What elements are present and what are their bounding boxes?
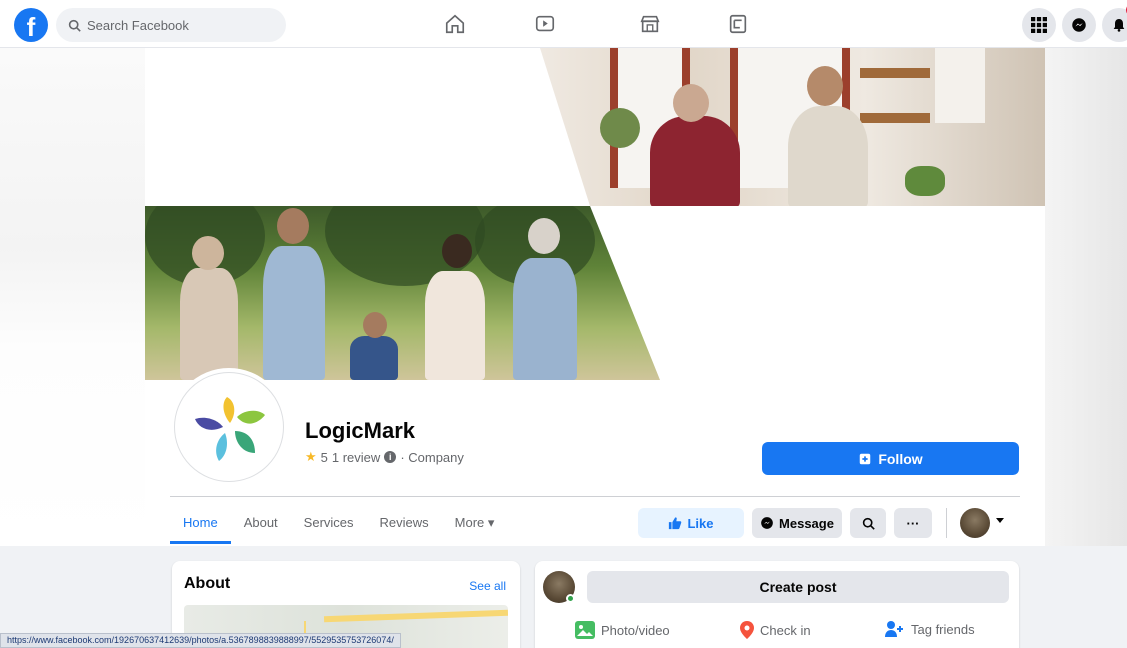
messenger-icon [761, 517, 773, 529]
create-post-card: Create post Photo/video Check in Tag fri… [535, 561, 1019, 648]
tab-services[interactable]: Services [291, 504, 367, 544]
marketplace-icon[interactable] [636, 10, 664, 38]
create-post-button[interactable]: Create post [587, 571, 1009, 603]
left-background [0, 48, 145, 546]
thumbs-up-icon [669, 517, 682, 530]
page-subtitle: ★ 5 1 review i · Company [305, 449, 464, 465]
tag-friends-button[interactable]: Tag friends [885, 621, 975, 637]
tab-home[interactable]: Home [170, 504, 231, 544]
page-category[interactable]: · Company [400, 450, 464, 465]
cover-kitchen-image [540, 48, 1045, 206]
person-head [277, 208, 309, 244]
search-icon [862, 517, 875, 530]
top-navigation-bar: f [0, 0, 1127, 48]
cabinet [935, 48, 985, 123]
search-box[interactable] [56, 8, 286, 42]
shelf [860, 68, 930, 78]
page-profile-picture[interactable] [174, 372, 284, 482]
child [350, 336, 398, 380]
follow-label: Follow [878, 450, 923, 467]
check-in-button[interactable]: Check in [740, 621, 811, 639]
person-4 [513, 258, 577, 380]
info-icon[interactable]: i [384, 451, 397, 463]
tree [325, 206, 485, 286]
follow-icon [860, 453, 871, 464]
more-options-button[interactable]: ··· [894, 508, 932, 538]
search-input[interactable] [87, 17, 277, 33]
rating-value: 5 [320, 449, 328, 465]
facebook-logo[interactable]: f [14, 8, 48, 42]
person-head [192, 236, 224, 270]
tab-more[interactable]: More ▾ [442, 504, 508, 544]
map-road [323, 609, 508, 623]
about-title: About [184, 575, 231, 592]
person-head [363, 312, 387, 338]
menu-grid-icon[interactable] [1022, 8, 1056, 42]
check-in-label: Check in [760, 622, 811, 638]
person-white-sweater [788, 106, 868, 206]
tab-about[interactable]: About [231, 504, 291, 544]
cover-photo[interactable] [145, 48, 1045, 380]
chevron-down-icon[interactable] [996, 518, 1004, 523]
gaming-icon[interactable] [724, 10, 752, 38]
review-count[interactable]: 1 review [332, 450, 380, 465]
see-all-link[interactable]: See all [469, 579, 506, 593]
cover-family-image [145, 206, 660, 380]
page-tabs: Home About Services Reviews More ▾ [170, 504, 507, 544]
search-icon [68, 19, 81, 32]
tag-friends-icon [885, 621, 903, 637]
notifications-icon[interactable] [1102, 4, 1127, 42]
messenger-icon[interactable] [1062, 8, 1096, 42]
location-pin-icon [740, 621, 754, 639]
person-3 [425, 271, 485, 380]
person-head [807, 66, 843, 106]
tag-friends-label: Tag friends [911, 621, 975, 637]
message-label: Message [779, 515, 834, 531]
photo-icon [575, 621, 595, 639]
person-red-sweater [650, 116, 740, 206]
home-icon[interactable] [441, 10, 469, 38]
like-button[interactable]: Like [638, 508, 744, 538]
page-search-button[interactable] [850, 508, 886, 538]
divider [170, 496, 1020, 497]
plant [600, 108, 640, 148]
person-1 [180, 268, 238, 380]
photo-video-button[interactable]: Photo/video [575, 621, 670, 639]
tab-reviews[interactable]: Reviews [367, 504, 442, 544]
like-label: Like [687, 515, 714, 531]
person-head [442, 234, 472, 268]
plant [905, 166, 945, 196]
message-button[interactable]: Message [752, 508, 842, 538]
more-options-label: ··· [906, 515, 920, 531]
page-title: LogicMark [305, 418, 416, 443]
shelf [860, 113, 930, 123]
logicmark-logo [195, 397, 265, 461]
person-2 [263, 246, 325, 380]
person-head [528, 218, 560, 254]
photo-video-label: Photo/video [601, 622, 670, 638]
follow-button[interactable]: Follow [762, 442, 1019, 475]
watch-icon[interactable] [531, 10, 559, 38]
right-background [1045, 48, 1127, 546]
acting-as-avatar[interactable] [960, 508, 990, 538]
person-head [673, 84, 709, 122]
status-bar-url: https://www.facebook.com/192670637412639… [0, 633, 401, 648]
online-status-dot [566, 594, 575, 603]
divider [946, 508, 947, 538]
star-icon: ★ [305, 449, 317, 464]
